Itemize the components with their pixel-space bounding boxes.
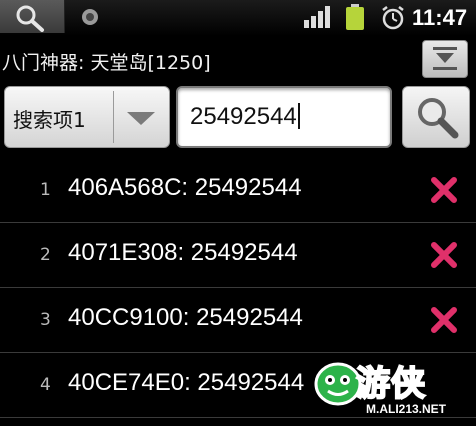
search-input[interactable]: 25492544 — [176, 86, 392, 148]
delete-icon[interactable] — [430, 241, 458, 269]
chevron-down-icon — [127, 112, 155, 125]
list-item[interactable]: 1 406A568C: 25492544 — [0, 158, 476, 223]
collapse-button[interactable] — [422, 40, 468, 78]
row-index: 2 — [40, 245, 51, 265]
row-index: 4 — [40, 375, 51, 395]
row-index: 1 — [40, 180, 51, 200]
title-bar: 八门神器: 天堂岛[1250] — [0, 38, 476, 82]
search-icon — [16, 5, 44, 32]
dropdown-divider — [113, 91, 114, 143]
signal-icon — [304, 6, 330, 28]
row-address-value: 40CE74E0: 25492544 — [68, 369, 305, 396]
search-type-label: 搜索项1 — [13, 108, 86, 132]
status-time: 11:47 — [412, 5, 468, 30]
delete-icon[interactable] — [430, 176, 458, 204]
notification-icon — [82, 9, 98, 25]
text-caret — [297, 103, 300, 129]
status-bar: 11:47 — [0, 0, 476, 36]
status-search-button[interactable] — [0, 0, 65, 33]
list-item[interactable]: 2 4071E308: 25492544 — [0, 223, 476, 288]
row-address-value: 40CC9100: 25492544 — [68, 304, 303, 331]
delete-icon[interactable] — [430, 306, 458, 334]
watermark-logo: 游侠 M.ALI213.NET — [312, 352, 476, 426]
battery-icon — [346, 4, 364, 30]
row-address-value: 406A568C: 25492544 — [68, 174, 302, 201]
alarm-icon — [382, 6, 404, 30]
watermark-url: M.ALI213.NET — [366, 402, 447, 416]
search-button[interactable] — [402, 86, 470, 148]
app-title: 八门神器: 天堂岛[1250] — [2, 52, 211, 74]
row-address-value: 4071E308: 25492544 — [68, 239, 298, 266]
row-index: 3 — [40, 310, 51, 330]
watermark-text: 游侠 — [355, 363, 426, 405]
list-item[interactable]: 3 40CC9100: 25492544 — [0, 288, 476, 353]
magnifier-icon — [418, 98, 459, 139]
collapse-icon — [433, 47, 457, 70]
search-input-value: 25492544 — [190, 103, 300, 131]
search-type-dropdown[interactable]: 搜索项1 — [4, 86, 170, 148]
